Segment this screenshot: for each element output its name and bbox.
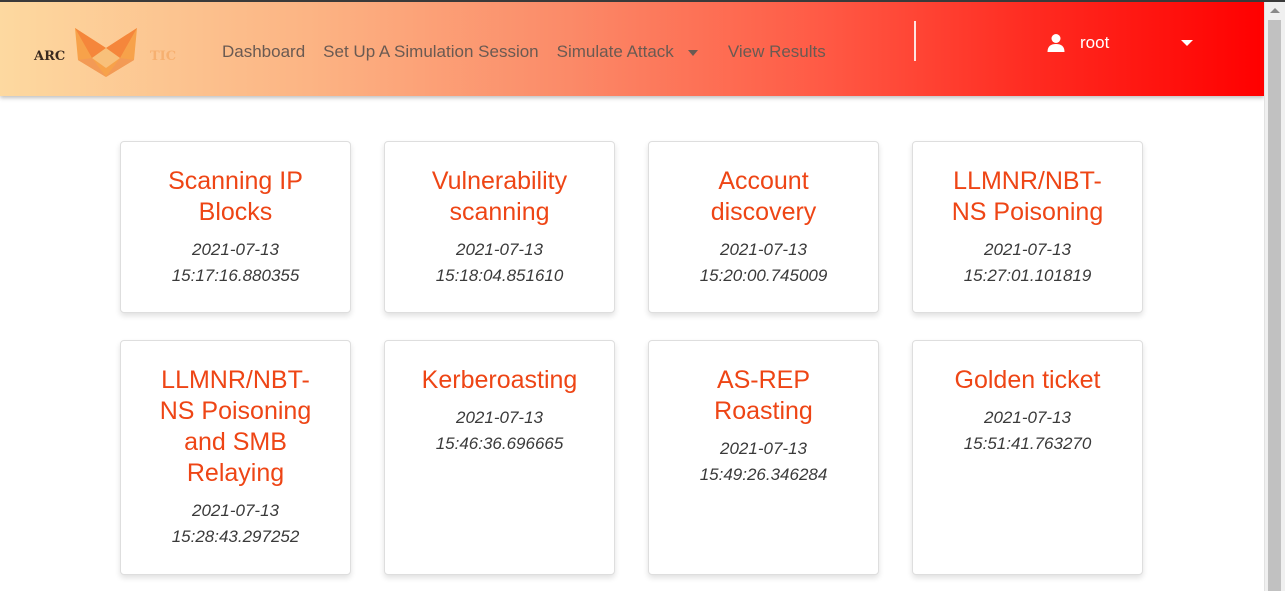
nav-link-simulate-attack[interactable]: Simulate Attack [557, 42, 698, 62]
logo-text-right: TIC [150, 49, 176, 64]
nav-divider [914, 21, 916, 61]
card-title: Account discovery [710, 167, 817, 226]
card-title: AS-REP Roasting [714, 366, 813, 425]
attack-card[interactable]: LLMNR/NBT-NS Poisoning and SMB Relaying … [120, 340, 351, 575]
card-date: 2021-07-13 [984, 408, 1071, 427]
chevron-down-icon [687, 50, 698, 56]
card-time: 15:27:01.101819 [963, 266, 1092, 285]
card-timestamp: 2021-07-13 15:27:01.101819 [913, 237, 1142, 289]
card-timestamp: 2021-07-13 15:28:43.297252 [121, 498, 350, 550]
card-time: 15:51:41.763270 [963, 434, 1092, 453]
nav-link-dashboard[interactable]: Dashboard [222, 42, 305, 62]
nav-link-view-results[interactable]: View Results [728, 42, 826, 62]
attack-card[interactable]: Vulnerability scanning 2021-07-13 15:18:… [384, 141, 615, 313]
card-time: 15:28:43.297252 [171, 527, 300, 546]
card-title: LLMNR/NBT-NS Poisoning and SMB Relaying [159, 366, 312, 487]
top-navbar: ARC TIC Dashboard Set Up A Simulation Se… [0, 2, 1264, 96]
logo-text-left: ARC [33, 49, 65, 64]
card-time: 15:17:16.880355 [171, 266, 300, 285]
card-timestamp: 2021-07-13 15:46:36.696665 [385, 405, 614, 457]
arctic-logo[interactable]: ARC TIC [30, 22, 182, 80]
card-title: Golden ticket [954, 366, 1101, 394]
nav-link-simulate-attack-label: Simulate Attack [556, 42, 674, 61]
attack-card[interactable]: Kerberoasting 2021-07-13 15:46:36.696665 [384, 340, 615, 575]
attack-card[interactable]: LLMNR/NBT-NS Poisoning 2021-07-13 15:27:… [912, 141, 1143, 313]
card-date: 2021-07-13 [720, 240, 807, 259]
card-time: 15:20:00.745009 [699, 266, 828, 285]
attack-card[interactable]: Account discovery 2021-07-13 15:20:00.74… [648, 141, 879, 313]
card-timestamp: 2021-07-13 15:51:41.763270 [913, 405, 1142, 457]
browser-window: ARC TIC Dashboard Set Up A Simulation Se… [0, 0, 1285, 591]
card-time: 15:18:04.851610 [435, 266, 564, 285]
user-icon [1047, 34, 1065, 52]
card-timestamp: 2021-07-13 15:17:16.880355 [121, 237, 350, 289]
card-title: LLMNR/NBT-NS Poisoning [951, 167, 1104, 226]
card-title: Vulnerability scanning [431, 167, 568, 226]
user-menu-dropdown[interactable]: root [1046, 30, 1201, 56]
card-date: 2021-07-13 [456, 408, 543, 427]
card-date: 2021-07-13 [984, 240, 1071, 259]
card-time: 15:49:26.346284 [699, 465, 828, 484]
attack-card[interactable]: AS-REP Roasting 2021-07-13 15:49:26.3462… [648, 340, 879, 575]
attack-card[interactable]: Scanning IP Blocks 2021-07-13 15:17:16.8… [120, 141, 351, 313]
vertical-scrollbar[interactable] [1264, 2, 1285, 591]
scroll-up-arrow-icon[interactable] [1270, 8, 1280, 13]
card-timestamp: 2021-07-13 15:18:04.851610 [385, 237, 614, 289]
chevron-down-icon [1181, 40, 1193, 46]
nav-link-setup-session[interactable]: Set Up A Simulation Session [323, 42, 538, 62]
nav-links: Dashboard Set Up A Simulation Session Si… [222, 40, 826, 64]
card-date: 2021-07-13 [720, 439, 807, 458]
user-name: root [1080, 33, 1110, 52]
card-timestamp: 2021-07-13 15:49:26.346284 [649, 436, 878, 488]
card-date: 2021-07-13 [192, 501, 279, 520]
card-date: 2021-07-13 [192, 240, 279, 259]
card-timestamp: 2021-07-13 15:20:00.745009 [649, 237, 878, 289]
attack-card[interactable]: Golden ticket 2021-07-13 15:51:41.763270 [912, 340, 1143, 575]
card-title: Scanning IP Blocks [168, 167, 303, 226]
card-date: 2021-07-13 [456, 240, 543, 259]
card-title: Kerberoasting [421, 366, 578, 394]
scrollbar-thumb[interactable] [1268, 20, 1281, 591]
card-time: 15:46:36.696665 [435, 434, 564, 453]
